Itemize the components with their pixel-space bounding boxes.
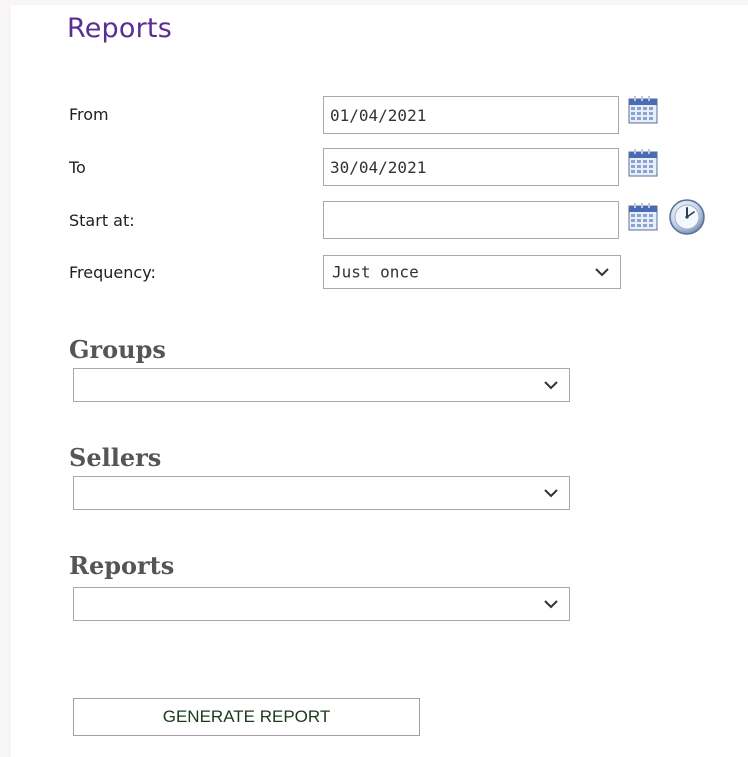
reports-select[interactable]: [73, 587, 570, 621]
groups-select[interactable]: [73, 368, 570, 402]
frequency-selected-value: Just once: [332, 262, 419, 282]
chevron-down-icon: [544, 600, 558, 609]
from-label: From: [69, 105, 109, 124]
to-label: To: [69, 158, 86, 177]
calendar-icon[interactable]: [628, 96, 658, 124]
from-date-input[interactable]: [323, 96, 619, 134]
clock-icon[interactable]: [668, 198, 706, 236]
report-form-panel: Reports From To Start at:: [11, 5, 748, 757]
reports-heading: Reports: [69, 551, 175, 580]
chevron-down-icon: [544, 489, 558, 498]
calendar-icon[interactable]: [628, 203, 658, 231]
frequency-select[interactable]: Just once: [323, 255, 621, 289]
chevron-down-icon: [595, 268, 609, 277]
groups-heading: Groups: [69, 335, 166, 364]
start-at-label: Start at:: [69, 211, 135, 230]
sellers-heading: Sellers: [69, 443, 162, 472]
sellers-select[interactable]: [73, 476, 570, 510]
to-date-input[interactable]: [323, 148, 619, 186]
frequency-label: Frequency:: [69, 263, 156, 282]
start-at-input[interactable]: [323, 201, 619, 239]
chevron-down-icon: [544, 381, 558, 390]
generate-report-button[interactable]: GENERATE REPORT: [73, 698, 420, 736]
page-title: Reports: [67, 13, 172, 44]
calendar-icon[interactable]: [628, 149, 658, 177]
